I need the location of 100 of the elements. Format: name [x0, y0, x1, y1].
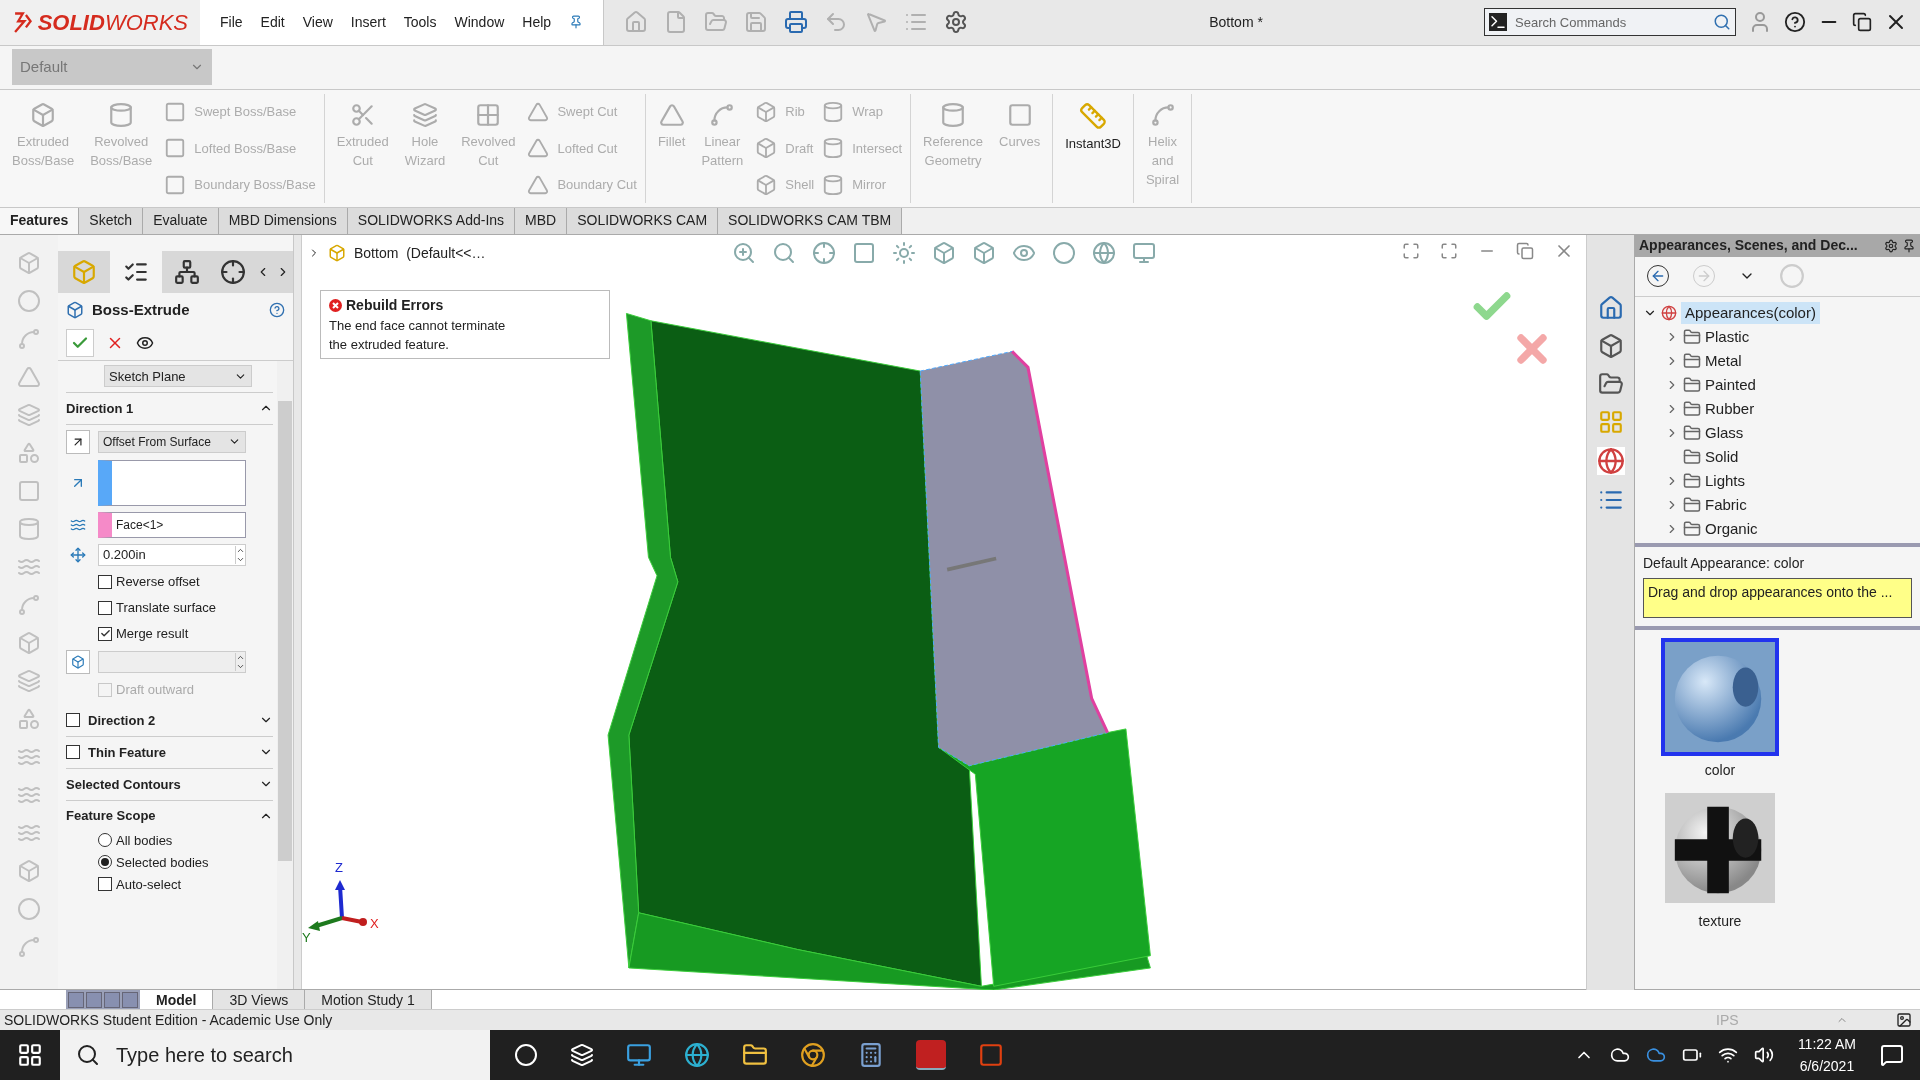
radio-button[interactable] [98, 855, 112, 870]
checkbox[interactable] [98, 626, 112, 641]
draft-angle-button[interactable] [66, 649, 90, 674]
menu-item[interactable]: View [302, 11, 333, 33]
radio-label[interactable]: Selected bodies [116, 852, 209, 873]
checkbox-label[interactable]: Merge result [116, 624, 189, 644]
command-tab[interactable]: Features [0, 207, 80, 234]
tile-right-icon[interactable] [1440, 241, 1458, 260]
direction-selection-box[interactable] [98, 459, 246, 506]
checkbox[interactable] [98, 877, 112, 892]
tree-item[interactable]: Plastic [1705, 325, 1750, 349]
appearances-icon[interactable] [1596, 446, 1625, 475]
swatch-label[interactable]: color [1704, 759, 1736, 781]
view-tool-icon[interactable] [1092, 240, 1116, 265]
view-tool-icon[interactable] [812, 240, 836, 265]
swatch-label[interactable]: texture [1698, 910, 1742, 932]
restore-icon[interactable] [1852, 12, 1872, 33]
radio-label[interactable]: All bodies [116, 830, 173, 851]
model-tab[interactable]: Motion Study 1 [305, 990, 432, 1009]
command-tab[interactable]: MBD Dimensions [218, 207, 348, 234]
view-tool-icon[interactable] [1052, 240, 1076, 265]
wifi-icon[interactable] [1717, 1045, 1738, 1065]
reverse-direction-button[interactable] [66, 429, 90, 454]
command-tab[interactable]: SOLIDWORKS CAM TBM [718, 207, 903, 234]
pin-icon[interactable] [569, 15, 584, 30]
search-icon[interactable] [1713, 13, 1731, 32]
view-tool-icon[interactable] [892, 240, 916, 265]
view-tool-icon[interactable] [772, 240, 796, 265]
tree-item[interactable]: Painted [1705, 373, 1756, 397]
ok-button[interactable] [66, 329, 94, 358]
menu-item[interactable]: Help [522, 11, 552, 33]
start-icon[interactable] [17, 1042, 43, 1068]
search-field[interactable]: Search Commands [1515, 12, 1705, 33]
command-tab[interactable]: SOLIDWORKS Add-Ins [347, 207, 516, 234]
app-icon[interactable] [626, 1042, 652, 1068]
section-header[interactable]: Selected Contours [66, 774, 251, 795]
checkbox-label[interactable]: Translate surface [116, 598, 216, 618]
checkbox-label[interactable]: Auto-select [116, 874, 182, 895]
checkbox[interactable] [66, 713, 80, 728]
app-icon[interactable] [916, 1040, 946, 1070]
tree-item[interactable]: Solid [1705, 445, 1739, 469]
checkbox-label[interactable]: Reverse offset [116, 572, 200, 592]
cloud-error-icon[interactable] [1645, 1045, 1666, 1065]
library-icon[interactable] [1597, 332, 1624, 359]
end-condition-dropdown[interactable]: Offset From Surface [98, 430, 246, 453]
command-tab[interactable]: SOLIDWORKS CAM [567, 207, 719, 234]
tree-item[interactable]: Rubber [1705, 397, 1755, 421]
tab-scroll-button[interactable] [86, 991, 102, 1008]
browser-icon[interactable] [684, 1042, 710, 1068]
volume-icon[interactable] [1753, 1045, 1774, 1065]
view-tool-icon[interactable] [852, 240, 876, 265]
section-header[interactable]: Thin Feature [88, 742, 251, 763]
draft-angle-field[interactable] [98, 650, 246, 673]
tab-scroll-button[interactable] [68, 991, 84, 1008]
radio-button[interactable] [98, 833, 112, 848]
status-icon[interactable] [1896, 1012, 1912, 1028]
tree-item[interactable]: Appearances(color) [1681, 301, 1820, 325]
tree-item[interactable]: Metal [1705, 349, 1742, 373]
view-tool-icon[interactable] [732, 240, 756, 265]
settings-icon[interactable] [944, 10, 969, 35]
folder-icon[interactable] [1597, 370, 1624, 397]
command-tab[interactable]: MBD [515, 207, 568, 234]
taskbar-search-field[interactable]: Type here to search [60, 1030, 490, 1080]
view-tool-icon[interactable] [932, 240, 956, 265]
tab-scroll-button[interactable] [104, 991, 120, 1008]
model-tab[interactable]: 3D Views [213, 990, 306, 1009]
appearance-swatch-drawing[interactable] [1665, 792, 1775, 903]
menu-item[interactable]: Window [454, 11, 505, 33]
home-icon[interactable] [1597, 294, 1624, 321]
tree-item[interactable]: Organic [1705, 517, 1758, 541]
feature-tree-breadcrumb[interactable]: Bottom (Default<<… [354, 242, 486, 264]
tab-scroll-button[interactable] [122, 991, 138, 1008]
tree-item[interactable]: Fabric [1705, 493, 1747, 517]
view-tool-icon[interactable] [972, 240, 996, 265]
menu-item[interactable]: File [220, 11, 243, 33]
face-selection-box[interactable]: Face<1> [98, 511, 246, 538]
settings-icon[interactable] [1884, 238, 1898, 253]
command-tab[interactable]: Sketch [79, 207, 144, 234]
cortana-icon[interactable] [514, 1043, 538, 1067]
from-dropdown[interactable]: Sketch Plane [104, 365, 252, 388]
help-icon[interactable] [1784, 11, 1806, 34]
chrome-icon[interactable] [800, 1042, 826, 1068]
task-view-icon[interactable] [570, 1043, 594, 1067]
calculator-icon[interactable] [858, 1042, 884, 1068]
checkbox[interactable] [66, 745, 80, 760]
ribbon-button[interactable]: Instant3D [1061, 93, 1125, 203]
command-tab[interactable]: Evaluate [143, 207, 219, 234]
notifications-icon[interactable] [1880, 1043, 1904, 1067]
tile-left-icon[interactable] [1402, 241, 1420, 260]
clock[interactable]: 11:22 AM 6/6/2021 [1789, 1033, 1864, 1077]
print-icon[interactable] [784, 10, 809, 35]
view-tool-icon[interactable] [1132, 240, 1156, 265]
section-header[interactable]: Feature Scope [66, 806, 251, 826]
menu-item[interactable]: Insert [350, 11, 386, 33]
scrollbar[interactable] [277, 360, 293, 989]
menu-item[interactable]: Tools [403, 11, 437, 33]
tree-item[interactable]: Glass [1705, 421, 1744, 445]
office-icon[interactable] [978, 1042, 1004, 1068]
search-bar[interactable]: Search Commands [1484, 8, 1736, 37]
menu-item[interactable]: Edit [260, 11, 285, 33]
